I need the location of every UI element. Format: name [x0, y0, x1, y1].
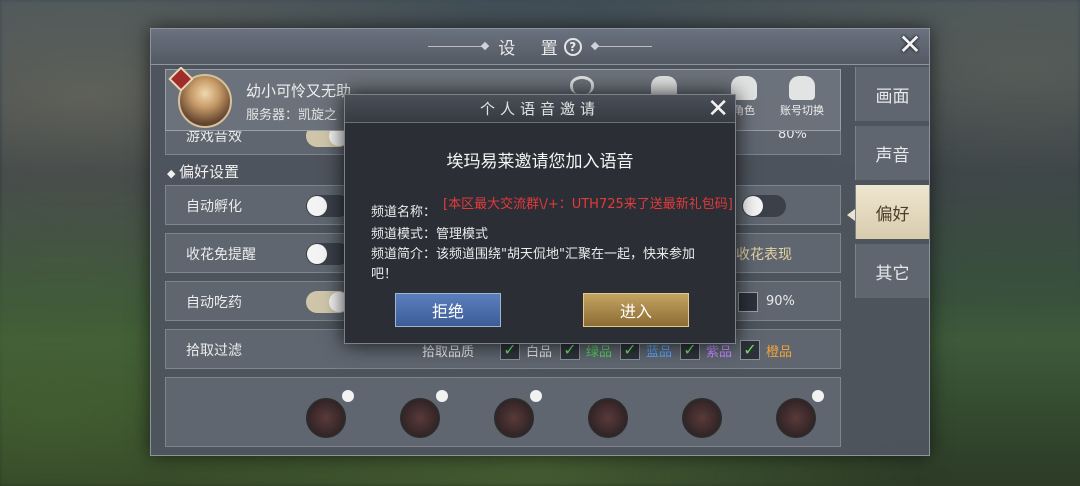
auto-potion-label: 自动吃药: [186, 295, 242, 311]
channel-name-value: [本区最大交流群\/+：UTH725来了送最新礼包码]: [443, 197, 733, 212]
skill-slot[interactable]: [494, 398, 534, 438]
channel-desc-label: 频道简介：: [371, 247, 437, 262]
tab-other[interactable]: 其它: [855, 244, 929, 298]
voice-invite-header: 个人语音邀请: [345, 95, 735, 123]
voice-invite-dialog: 个人语音邀请 ✕ 埃玛易莱邀请您加入语音 频道名称： [本区最大交流群\/+：U…: [344, 94, 736, 344]
tab-graphics[interactable]: 画面: [855, 67, 929, 121]
voice-invite-title: 个人语音邀请: [479, 100, 600, 118]
tab-preference[interactable]: 偏好: [855, 185, 929, 239]
quality-orange-checkbox[interactable]: ✓ 橙品: [740, 340, 792, 360]
channel-desc-block: 频道简介： 该频道围绕"胡天侃地"汇聚在一起，快来参加吧！: [371, 245, 711, 285]
skill-slot[interactable]: [776, 398, 816, 438]
channel-name-label: 频道名称：: [371, 205, 437, 220]
channel-name-line: 频道名称：: [371, 201, 436, 220]
skill-toggle-dot[interactable]: [812, 390, 824, 402]
pickup-filter-label: 拾取过滤: [186, 343, 242, 359]
reject-button[interactable]: 拒绝: [395, 293, 501, 327]
voice-invite-close-button[interactable]: ✕: [707, 95, 729, 123]
skill-slot[interactable]: [306, 398, 346, 438]
skill-toggle-dot[interactable]: [436, 390, 448, 402]
invite-headline: 埃玛易莱邀请您加入语音: [446, 152, 634, 172]
switch-account-button[interactable]: 账号切换: [772, 76, 832, 118]
check-icon: ✓: [740, 340, 760, 360]
channel-mode-line: 频道模式：管理模式: [371, 223, 488, 242]
right-toggle-1[interactable]: [742, 195, 786, 217]
channel-mode-value: 管理模式: [436, 227, 489, 242]
potion-threshold-checkbox[interactable]: [738, 292, 758, 312]
channel-name-value-line: [本区最大交流群\/+：UTH725来了送最新礼包码]: [443, 193, 733, 212]
skill-slot[interactable]: [400, 398, 440, 438]
auto-hatch-label: 自动孵化: [186, 199, 242, 215]
settings-title: 设 置: [498, 39, 568, 59]
skill-slots-row: [165, 377, 841, 447]
header-ornament-left: [428, 46, 489, 47]
header-ornament-right: [591, 46, 652, 47]
skill-slot[interactable]: [588, 398, 628, 438]
server-name: 服务器：凯旋之: [246, 108, 338, 123]
player-name: 幼小可怜又无助: [246, 82, 352, 100]
channel-mode-label: 频道模式：: [371, 227, 437, 242]
flower-remind-label: 收花免提醒: [186, 247, 256, 263]
potion-threshold-value: 90%: [766, 294, 795, 309]
skill-slot[interactable]: [682, 398, 722, 438]
help-icon[interactable]: ?: [563, 37, 582, 56]
customer-service-button[interactable]: [552, 76, 612, 96]
settings-tabs: 画面 声音 偏好 其它: [855, 67, 929, 303]
skill-toggle-dot[interactable]: [342, 390, 354, 402]
settings-header: 设 置 ?: [151, 29, 929, 65]
settings-close-button[interactable]: ✕: [897, 31, 923, 59]
skill-toggle-dot[interactable]: [530, 390, 542, 402]
headset-icon: [570, 76, 594, 94]
preference-section-title: 偏好设置: [167, 161, 239, 182]
flower-effect-label[interactable]: 收花表现: [736, 244, 792, 264]
enter-button[interactable]: 进入: [583, 293, 689, 327]
tab-sound[interactable]: 声音: [855, 126, 929, 180]
active-tab-arrow-icon: [847, 209, 855, 221]
user-switch-icon: [789, 76, 815, 100]
